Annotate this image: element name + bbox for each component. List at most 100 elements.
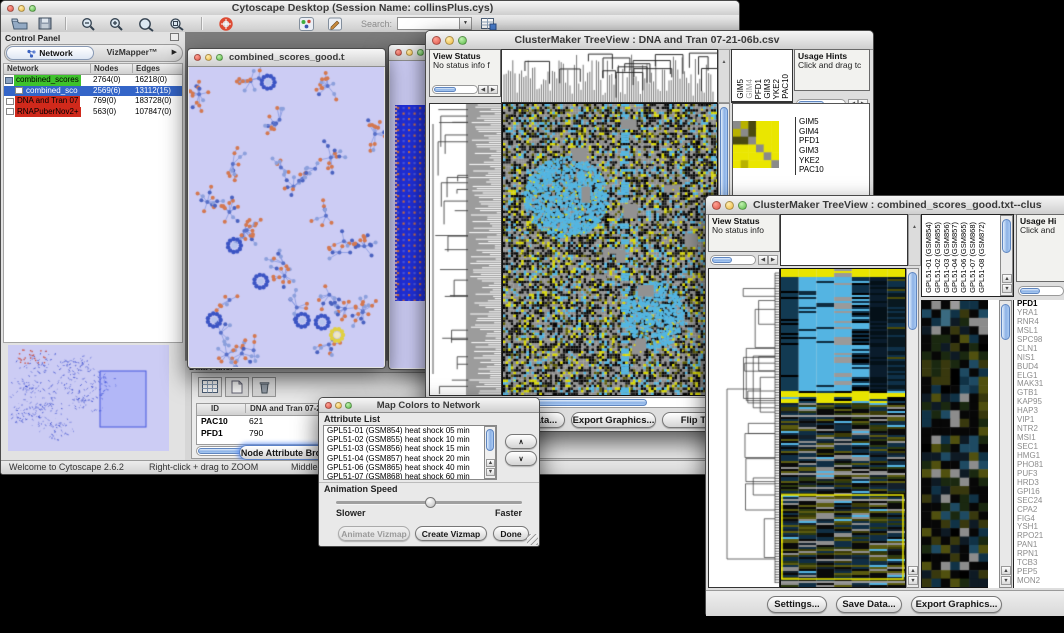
gene-list-item[interactable]: NIS1 bbox=[1014, 354, 1064, 363]
column-label[interactable]: GPL51-08 (GSM872) bbox=[977, 222, 986, 293]
tab-network[interactable]: Network bbox=[6, 46, 94, 60]
gene-list-item[interactable]: TCB3 bbox=[1014, 559, 1064, 568]
zoom-window-icon[interactable] bbox=[29, 5, 36, 12]
scroll-right-icon[interactable]: ▶ bbox=[768, 255, 778, 265]
minimize-icon[interactable] bbox=[725, 201, 734, 210]
gene-list-item[interactable]: FIG4 bbox=[1014, 515, 1064, 524]
column-dendrogram[interactable] bbox=[780, 214, 908, 266]
gene-list-item[interactable]: CPA2 bbox=[1014, 506, 1064, 515]
network2-dense-grid[interactable] bbox=[395, 105, 429, 301]
network1-titlebar[interactable]: combined_scores_good.txt--cluste... bbox=[188, 49, 385, 67]
column-label[interactable]: GIM3 bbox=[763, 79, 772, 99]
attribute-list-item[interactable]: GPL51-03 (GSM856) heat shock 15 min bbox=[324, 444, 484, 453]
save-data-button[interactable]: Save Data... bbox=[836, 596, 902, 613]
column-label[interactable]: GPL51-01 (GSM854) bbox=[924, 222, 933, 293]
scroll-left-icon[interactable]: ◀ bbox=[478, 85, 488, 94]
dendrogram-scroll-strip[interactable]: ▲ bbox=[718, 49, 730, 103]
row-dendrogram[interactable] bbox=[708, 268, 780, 588]
gene-list-item[interactable]: RPN1 bbox=[1014, 550, 1064, 559]
gene-list-item[interactable]: HMG1 bbox=[1014, 452, 1064, 461]
col-nodes[interactable]: Nodes bbox=[90, 64, 118, 73]
gene-list-item[interactable]: PEP5 bbox=[1014, 568, 1064, 577]
zoom-window-icon[interactable] bbox=[345, 402, 352, 409]
close-icon[interactable] bbox=[432, 36, 441, 45]
minimize-icon[interactable] bbox=[445, 36, 454, 45]
column-label[interactable]: GPL51-02 (GSM855) bbox=[933, 222, 942, 293]
network-name[interactable]: DNA and Tran 07 bbox=[15, 96, 80, 107]
main-titlebar[interactable]: Cytoscape Desktop (Session Name: collins… bbox=[1, 1, 739, 16]
network-table-header[interactable]: Network Nodes Edges bbox=[4, 64, 182, 75]
usage-hints-scrollbar[interactable] bbox=[1018, 286, 1064, 296]
zoom-window-icon[interactable] bbox=[458, 36, 467, 45]
close-icon[interactable] bbox=[712, 201, 721, 210]
gene-name-list[interactable]: PFD1YRA1RNR4MSL1SPC98CLN1NIS1BUD4ELG1MAK… bbox=[1013, 300, 1064, 588]
network-name[interactable]: RNAPuberNov2+ bbox=[15, 107, 81, 118]
export-graphics-button[interactable]: Export Graphics... bbox=[911, 596, 1002, 613]
col-edges[interactable]: Edges bbox=[132, 64, 160, 73]
attribute-list-item[interactable]: GPL51-01 (GSM854) heat shock 05 min bbox=[324, 426, 484, 435]
move-up-button[interactable]: ∧ bbox=[505, 434, 537, 449]
network-table-row[interactable]: DNA and Tran 07769(0)183728(0) bbox=[4, 96, 182, 107]
gene-list-item[interactable]: MAK31 bbox=[1014, 380, 1064, 389]
gene-list-item[interactable]: NTR2 bbox=[1014, 425, 1064, 434]
gene-list-item[interactable]: RNR4 bbox=[1014, 318, 1064, 327]
attribute-list-item[interactable]: GPL51-06 (GSM865) heat shock 40 min bbox=[324, 463, 484, 472]
gene-list-item[interactable]: PAN1 bbox=[1014, 541, 1064, 550]
gene-list-scrollbar[interactable]: ▲ ▼ bbox=[999, 300, 1012, 588]
column-dendrogram[interactable] bbox=[501, 49, 718, 103]
gene-list-item[interactable]: RPO21 bbox=[1014, 532, 1064, 541]
attribute-list-item[interactable]: GPL51-04 (GSM857) heat shock 20 min bbox=[324, 454, 484, 463]
view-status-scrollbar[interactable] bbox=[710, 255, 756, 265]
slider-thumb[interactable] bbox=[425, 497, 436, 508]
gene-list-item[interactable]: PFD1 bbox=[1014, 300, 1064, 309]
view-status-scrollbar[interactable] bbox=[432, 85, 478, 94]
zoom-window-icon[interactable] bbox=[738, 201, 747, 210]
gene-list-item[interactable]: PHO81 bbox=[1014, 461, 1064, 470]
attribute-list-item[interactable]: GPL51-02 (GSM855) heat shock 10 min bbox=[324, 435, 484, 444]
gene-list-item[interactable]: YRA1 bbox=[1014, 309, 1064, 318]
gene-list-item[interactable]: HRD3 bbox=[1014, 479, 1064, 488]
network-overview-thumbnail[interactable] bbox=[8, 345, 169, 451]
animation-speed-slider[interactable] bbox=[336, 501, 522, 504]
gene-list-item[interactable]: YSH1 bbox=[1014, 523, 1064, 532]
zoom-window-icon[interactable] bbox=[417, 49, 424, 56]
gene-list-item[interactable]: SEC1 bbox=[1014, 443, 1064, 452]
gene-label[interactable]: GIM5 bbox=[799, 117, 869, 127]
gene-label[interactable]: PAC10 bbox=[799, 165, 869, 175]
attribute-list-item[interactable]: GPL51-07 (GSM868) heat shock 60 min bbox=[324, 472, 484, 480]
close-icon[interactable] bbox=[325, 402, 332, 409]
attribute-list-scrollbar[interactable]: ▲ ▼ bbox=[484, 426, 496, 479]
column-label[interactable]: GPL51-07 (GSM868) bbox=[968, 222, 977, 293]
attribute-table-icon[interactable] bbox=[198, 377, 222, 397]
animate-vizmap-button[interactable]: Animate Vizmap bbox=[338, 526, 410, 541]
gene-label[interactable]: YKE2 bbox=[799, 156, 869, 166]
float-panel-icon[interactable] bbox=[170, 33, 179, 41]
minimize-icon[interactable] bbox=[406, 49, 413, 56]
column-label[interactable]: GIM4 bbox=[745, 79, 754, 99]
gene-list-item[interactable]: HAP3 bbox=[1014, 407, 1064, 416]
col-network[interactable]: Network bbox=[7, 64, 39, 73]
network-table-row[interactable]: combined_sco2569(6)13112(15) bbox=[4, 86, 182, 97]
gene-label[interactable]: GIM3 bbox=[799, 146, 869, 156]
export-graphics-button[interactable]: Export Graphics... bbox=[571, 412, 656, 428]
treeview-dna-titlebar[interactable]: ClusterMaker TreeView : DNA and Tran 07-… bbox=[426, 31, 873, 50]
column-labels-scrollbar[interactable]: ▲ ▼ bbox=[1000, 215, 1013, 296]
attribute-list[interactable]: GPL51-01 (GSM854) heat shock 05 minGPL51… bbox=[323, 425, 497, 480]
column-label[interactable]: PFD1 bbox=[754, 79, 763, 99]
network-name[interactable]: combined_scores bbox=[14, 75, 81, 86]
col-id[interactable]: ID bbox=[211, 404, 219, 413]
treeview-combined-titlebar[interactable]: ClusterMaker TreeView : combined_scores_… bbox=[706, 196, 1064, 215]
network-table-row[interactable]: combined_scores2764(0)16218(0) bbox=[4, 75, 182, 86]
dialog-titlebar[interactable]: Map Colors to Network bbox=[319, 398, 539, 413]
gene-list-item[interactable]: MSL1 bbox=[1014, 327, 1064, 336]
selected-cluster-heatmap[interactable] bbox=[733, 121, 779, 168]
search-input[interactable] bbox=[397, 17, 461, 30]
create-vizmap-button[interactable]: Create Vizmap bbox=[415, 526, 487, 541]
heatmap-vscrollbar[interactable]: ▲ ▼ bbox=[906, 268, 919, 588]
gene-list-item[interactable]: MON2 bbox=[1014, 577, 1064, 586]
gene-list-item[interactable]: KAP95 bbox=[1014, 398, 1064, 407]
search-dropdown-icon[interactable]: ▼ bbox=[459, 17, 472, 30]
settings-button[interactable]: Settings... bbox=[767, 596, 827, 613]
column-label[interactable]: GIM5 bbox=[736, 79, 745, 99]
minimize-icon[interactable] bbox=[335, 402, 342, 409]
